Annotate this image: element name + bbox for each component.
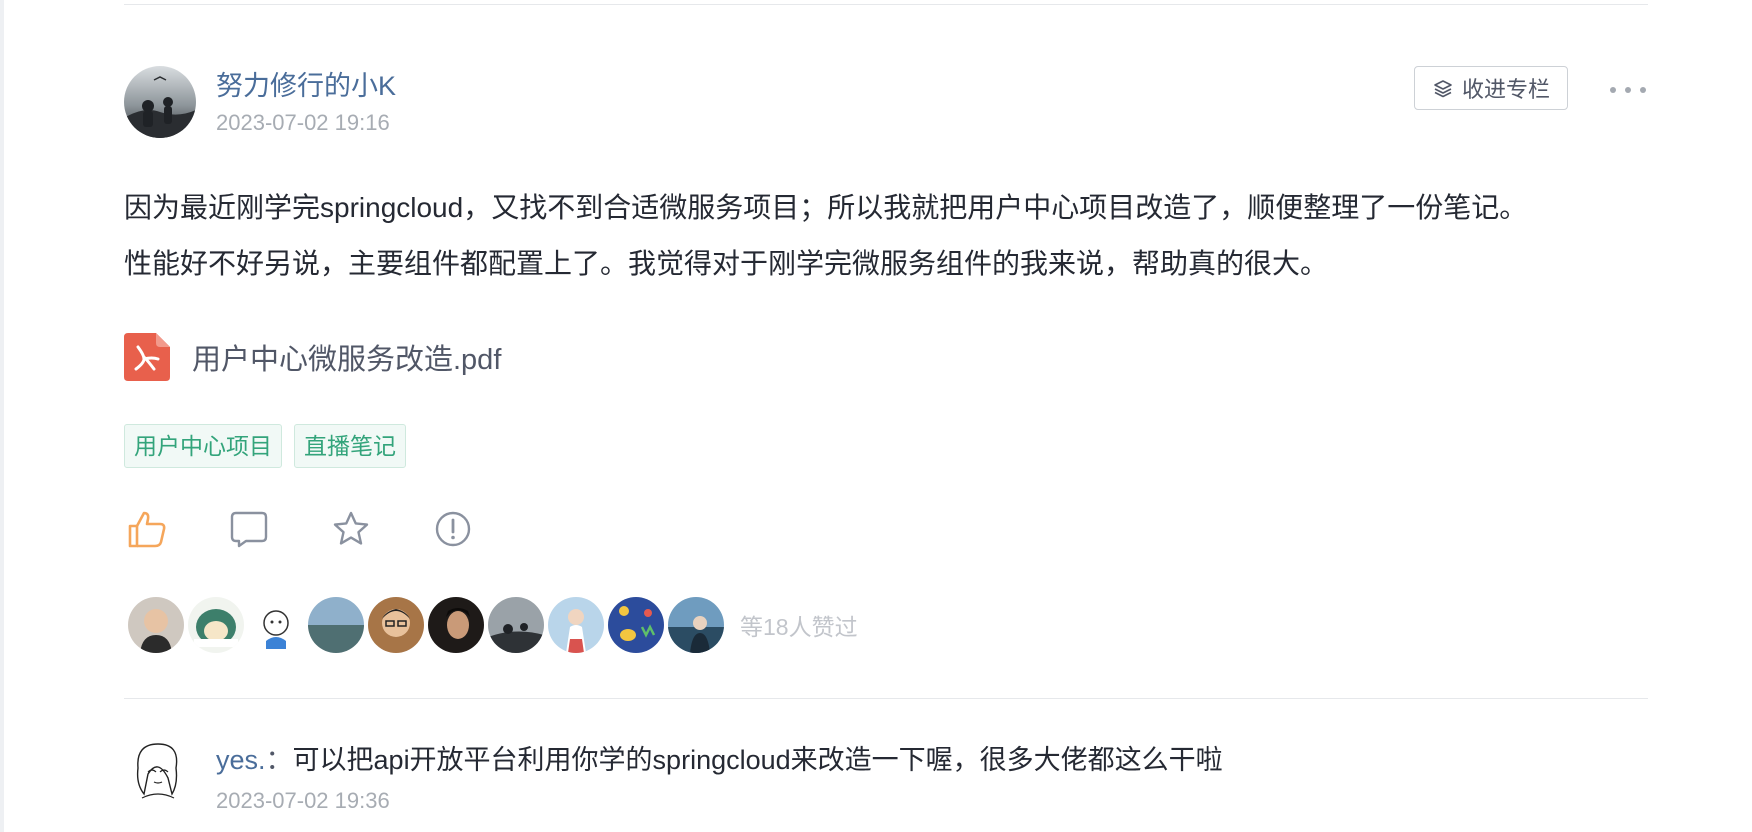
like-button[interactable] bbox=[126, 508, 168, 550]
thumbs-up-icon bbox=[128, 511, 166, 548]
liker-avatar-image bbox=[308, 597, 364, 653]
favorite-button[interactable] bbox=[330, 508, 372, 550]
liker-avatar[interactable] bbox=[306, 595, 366, 655]
liker-avatar[interactable] bbox=[486, 595, 546, 655]
top-divider bbox=[124, 0, 1648, 5]
author-avatar[interactable] bbox=[124, 66, 196, 138]
comment-username[interactable]: yes. bbox=[216, 745, 266, 775]
comment-button[interactable] bbox=[228, 508, 270, 550]
comment-separator: ： bbox=[265, 745, 293, 775]
pdf-icon bbox=[124, 333, 170, 381]
liker-avatar-image bbox=[488, 597, 544, 653]
liker-avatar[interactable] bbox=[546, 595, 606, 655]
dot-icon bbox=[1640, 87, 1646, 93]
liker-avatar[interactable] bbox=[246, 595, 306, 655]
pdf-attachment[interactable]: 用户中心微服务改造.pdf bbox=[124, 330, 501, 384]
post-time: 2023-07-02 19:16 bbox=[216, 110, 390, 135]
liker-avatar[interactable] bbox=[666, 595, 726, 655]
liker-avatar[interactable] bbox=[606, 595, 666, 655]
exclamation-icon bbox=[435, 511, 471, 547]
liker-avatar[interactable] bbox=[366, 595, 426, 655]
comment-icon bbox=[230, 511, 268, 548]
liker-avatar-image bbox=[368, 597, 424, 653]
post-content-line: 性能好不好另说，主要组件都配置上了。我觉得对于刚学完微服务组件的我来说，帮助真的… bbox=[124, 248, 1329, 279]
tag-list: 用户中心项目 直播笔记 bbox=[124, 424, 406, 468]
liker-avatar[interactable] bbox=[186, 595, 246, 655]
likers-row: 等18人赞过 bbox=[126, 594, 858, 656]
liker-avatar-image bbox=[428, 597, 484, 653]
liker-avatar-image bbox=[128, 597, 184, 653]
star-icon bbox=[333, 511, 369, 545]
comment-divider bbox=[124, 698, 1648, 699]
likers-count[interactable]: 等18人赞过 bbox=[740, 608, 858, 642]
dot-icon bbox=[1610, 87, 1616, 93]
liker-avatar-image bbox=[188, 597, 244, 653]
liker-avatar-image bbox=[608, 597, 664, 653]
collect-button-label: 收进专栏 bbox=[1461, 77, 1550, 102]
comment-text: 可以把api开放平台利用你学的springcloud来改造一下喔，很多大佬都这么… bbox=[292, 745, 1223, 775]
post-content-line: 因为最近刚学完springcloud，又找不到合适微服务项目；所以我就把用户中心… bbox=[124, 192, 1528, 223]
comment-avatar-image bbox=[128, 738, 186, 804]
post-content: 因为最近刚学完springcloud，又找不到合适微服务项目；所以我就把用户中心… bbox=[124, 180, 1664, 292]
report-button[interactable] bbox=[432, 508, 474, 550]
column-icon bbox=[1434, 80, 1452, 98]
post-card: 努力修行的小K 2023-07-02 19:16 收进专栏 因为最近刚学完spr… bbox=[0, 0, 1752, 832]
liker-avatar[interactable] bbox=[426, 595, 486, 655]
dot-icon bbox=[1625, 87, 1631, 93]
liker-avatar[interactable] bbox=[126, 595, 186, 655]
liker-avatar-image bbox=[248, 597, 304, 653]
action-bar bbox=[126, 508, 474, 550]
liker-avatar-image bbox=[548, 597, 604, 653]
comment-time: 2023-07-02 19:36 bbox=[216, 788, 390, 813]
tag-item[interactable]: 直播笔记 bbox=[294, 424, 406, 468]
left-edge bbox=[0, 0, 4, 832]
collect-to-column-button[interactable]: 收进专栏 bbox=[1414, 66, 1568, 110]
author-name[interactable]: 努力修行的小K bbox=[216, 68, 396, 104]
attachment-filename: 用户中心微服务改造.pdf bbox=[192, 344, 502, 376]
author-avatar-image bbox=[124, 66, 196, 138]
comment-body: yes.：可以把api开放平台利用你学的springcloud来改造一下喔，很多… bbox=[216, 742, 1223, 778]
comment-avatar[interactable] bbox=[128, 738, 186, 804]
more-options-button[interactable] bbox=[1610, 78, 1646, 102]
tag-item[interactable]: 用户中心项目 bbox=[124, 424, 282, 468]
liker-avatar-image bbox=[668, 597, 724, 653]
